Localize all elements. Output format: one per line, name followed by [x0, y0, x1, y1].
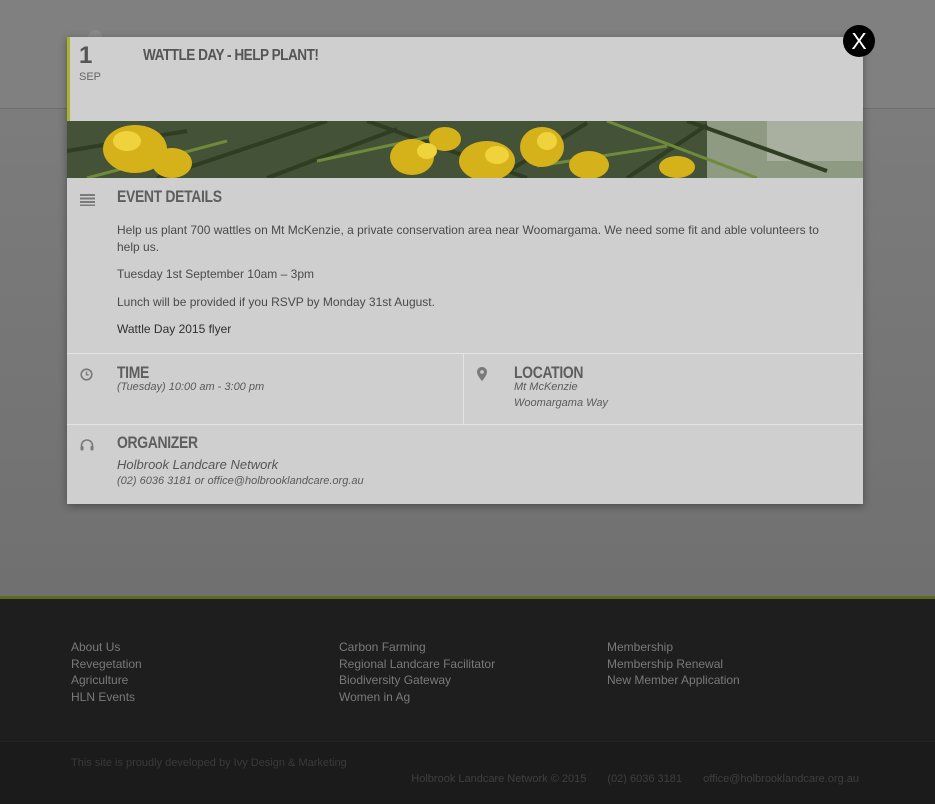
section-divider [67, 424, 863, 425]
event-date-month: SEP [79, 71, 102, 83]
wattle-banner-illustration [67, 121, 863, 178]
organizer-name: Holbrook Landcare Network [117, 457, 279, 472]
footer-column-2: Carbon Farming Regional Landcare Facilit… [339, 639, 589, 705]
footer-bottom-bar: This site is proudly developed by Ivy De… [0, 741, 935, 804]
close-modal-button[interactable]: X [843, 25, 875, 57]
footer-phone: (02) 6036 3181 [607, 773, 683, 785]
footer-contact: Holbrook Landcare Network © 2015 (02) 60… [393, 773, 859, 785]
headset-icon [80, 439, 94, 451]
footer-link-biodiversity-gateway[interactable]: Biodiversity Gateway [339, 672, 589, 689]
footer-link-agriculture[interactable]: Agriculture [71, 672, 321, 689]
details-paragraph: Lunch will be provided if you RSVP by Mo… [117, 294, 435, 309]
flyer-link[interactable]: Wattle Day 2015 flyer [117, 322, 231, 336]
footer-link-revegetation[interactable]: Revegetation [71, 656, 321, 673]
footer-link-membership-renewal[interactable]: Membership Renewal [607, 656, 857, 673]
event-header: 1 SEP WATTLE DAY - HELP PLANT! [67, 37, 863, 121]
map-pin-icon [477, 367, 487, 381]
footer-link-women-in-ag[interactable]: Women in Ag [339, 689, 589, 706]
event-date-day: 1 [79, 42, 93, 69]
event-title: WATTLE DAY - HELP PLANT! [143, 47, 319, 64]
location-line-2: Woomargama Way [514, 397, 608, 409]
event-details-heading: EVENT DETAILS [117, 187, 222, 206]
footer-link-landcare-facilitator[interactable]: Regional Landcare Facilitator [339, 656, 589, 673]
footer-email[interactable]: office@holbrooklandcare.org.au [703, 773, 859, 785]
section-divider [67, 353, 863, 354]
clock-icon [80, 368, 93, 381]
details-paragraph: Help us plant 700 wattles on Mt McKenzie… [117, 223, 819, 254]
menu-lines-icon [80, 194, 95, 206]
footer-link-membership[interactable]: Membership [607, 639, 857, 656]
column-divider [463, 354, 464, 424]
footer-link-new-member-application[interactable]: New Member Application [607, 672, 857, 689]
site-footer: About Us Revegetation Agriculture HLN Ev… [0, 596, 935, 804]
organizer-heading: ORGANIZER [117, 433, 198, 452]
location-line-1: Mt McKenzie [514, 381, 578, 393]
footer-credit[interactable]: This site is proudly developed by Ivy De… [71, 757, 347, 769]
organizer-contact: (02) 6036 3181 or office@holbrooklandcar… [117, 475, 364, 487]
footer-column-1: About Us Revegetation Agriculture HLN Ev… [71, 639, 321, 705]
event-banner-image [67, 121, 863, 178]
details-paragraph: Tuesday 1st September 10am – 3pm [117, 267, 314, 281]
event-modal: 1 SEP WATTLE DAY - HELP PLANT! EVENT DET… [67, 37, 863, 504]
footer-link-about-us[interactable]: About Us [71, 639, 321, 656]
footer-column-3: Membership Membership Renewal New Member… [607, 639, 857, 689]
footer-link-hln-events[interactable]: HLN Events [71, 689, 321, 706]
footer-link-carbon-farming[interactable]: Carbon Farming [339, 639, 589, 656]
time-value: (Tuesday) 10:00 am - 3:00 pm [117, 381, 265, 393]
event-details-body: Help us plant 700 wattles on Mt McKenzie… [117, 222, 842, 349]
footer-copyright: Holbrook Landcare Network © 2015 [411, 773, 587, 785]
